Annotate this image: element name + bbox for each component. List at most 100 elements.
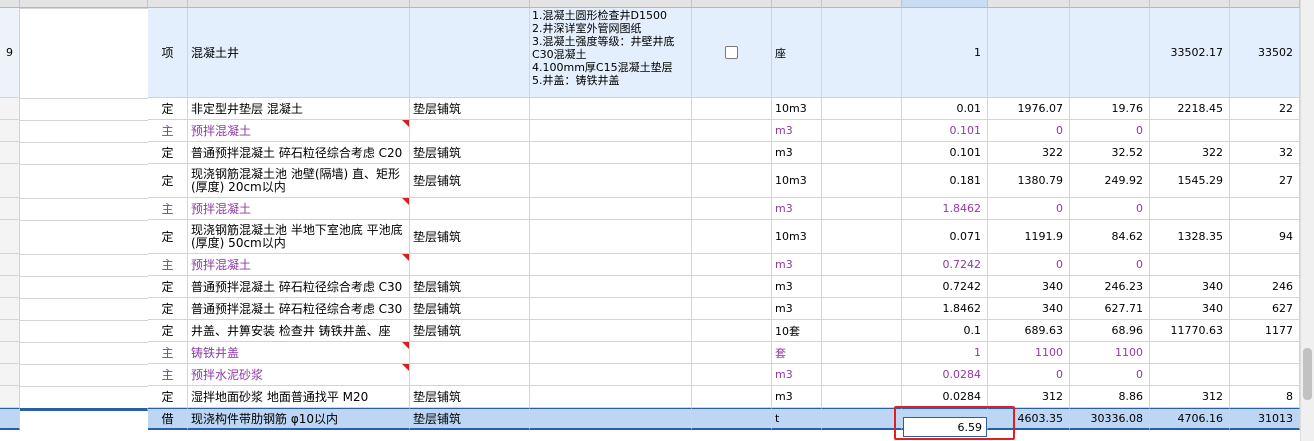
cell-feature[interactable] — [530, 120, 692, 142]
cell-unit[interactable]: 套 — [772, 342, 822, 364]
cell-total-price[interactable]: 8.86 — [1070, 386, 1150, 408]
column-header-quantity[interactable] — [902, 0, 988, 8]
cell-unit[interactable]: m3 — [772, 276, 822, 298]
cell-unit-price[interactable]: 0 — [988, 364, 1070, 386]
cell-work-content[interactable] — [410, 120, 530, 142]
table-row[interactable]: 8021903 定 普通预拌混凝土 碎石粒径综合考虑 C20 垫层铺筑 m3 0.101 3… — [0, 142, 1300, 164]
cell-type[interactable]: 主 — [148, 364, 188, 386]
cell-quantity[interactable]: 0.181 — [902, 164, 988, 198]
cell-code[interactable]: 80210180 — [20, 198, 148, 199]
cell-feature[interactable] — [530, 364, 692, 386]
cell-composite-price[interactable]: 33502.17 — [1150, 8, 1230, 98]
cell-unit[interactable]: t — [772, 408, 822, 430]
cell-extra[interactable] — [822, 408, 902, 430]
cell-feature[interactable] — [530, 408, 692, 430]
cell-type[interactable]: 主 — [148, 198, 188, 220]
cell-extra[interactable] — [822, 142, 902, 164]
cell-row-number[interactable] — [0, 220, 20, 254]
cell-unit[interactable]: m3 — [772, 386, 822, 408]
cell-total-price[interactable]: 0 — [1070, 120, 1150, 142]
cell-quantity[interactable]: 1 — [902, 342, 988, 364]
cell-checkbox-col[interactable] — [692, 254, 772, 276]
cell-work-content[interactable]: 垫层铺筑 — [410, 98, 530, 120]
cell-composite-price[interactable]: 2218.45 — [1150, 98, 1230, 120]
cell-code[interactable]: 8021905 — [20, 298, 148, 299]
cell-name[interactable]: 湿拌地面砂浆 地面普通找平 M20 — [188, 386, 410, 408]
cell-unit-price[interactable]: 1100 — [988, 342, 1070, 364]
cell-total-price[interactable]: 32.52 — [1070, 142, 1150, 164]
cell-quantity[interactable]: 1.8462 — [902, 298, 988, 320]
cell-quantity[interactable]: 0.0284 — [902, 364, 988, 386]
cell-unit[interactable]: 座 — [772, 8, 822, 98]
cell-feature[interactable] — [530, 298, 692, 320]
column-header-unit-price[interactable] — [988, 0, 1070, 8]
cell-quantity[interactable]: 0.071 — [902, 220, 988, 254]
cell-extra[interactable] — [822, 254, 902, 276]
cell-composite-total[interactable]: 33502 — [1230, 8, 1300, 98]
cell-total-price[interactable]: 1100 — [1070, 342, 1150, 364]
table-row[interactable]: 80210180 主 预拌混凝土 m3 0.7242 0 0 — [0, 254, 1300, 276]
cell-unit[interactable]: 10m3 — [772, 220, 822, 254]
cell-code[interactable]: 80210180 — [20, 254, 148, 255]
quantity-edit-input[interactable]: 6.59 — [903, 417, 987, 437]
cell-unit[interactable]: m3 — [772, 198, 822, 220]
cell-feature[interactable] — [530, 198, 692, 220]
table-row[interactable]: −D5-3-281 定 非定型井垫层 混凝土 垫层铺筑 10m3 0.01 1976.07 1… — [0, 98, 1300, 120]
cell-extra[interactable] — [822, 276, 902, 298]
cell-composite-total[interactable] — [1230, 120, 1300, 142]
cell-unit-price[interactable]: 0 — [988, 198, 1070, 220]
cell-unit[interactable]: m3 — [772, 298, 822, 320]
cell-quantity[interactable]: 0.7242 — [902, 276, 988, 298]
cell-feature[interactable] — [530, 386, 692, 408]
cell-checkbox-col[interactable] — [692, 98, 772, 120]
cell-composite-total[interactable]: 22 — [1230, 98, 1300, 120]
cell-type[interactable]: 主 — [148, 254, 188, 276]
cell-work-content[interactable] — [410, 254, 530, 276]
cell-unit-price[interactable]: 1380.79 — [988, 164, 1070, 198]
cell-type[interactable]: 定 — [148, 320, 188, 342]
cell-total-price[interactable]: 246.23 — [1070, 276, 1150, 298]
cell-checkbox-col[interactable] — [692, 142, 772, 164]
cell-row-number[interactable] — [0, 98, 20, 120]
cell-extra[interactable] — [822, 298, 902, 320]
cell-total-price[interactable]: 0 — [1070, 198, 1150, 220]
cell-checkbox-col[interactable] — [692, 364, 772, 386]
cell-composite-total[interactable]: 31013 — [1230, 408, 1300, 430]
cell-composite-total[interactable] — [1230, 254, 1300, 276]
cell-composite-price[interactable]: 322 — [1150, 142, 1230, 164]
cell-unit-price[interactable]: 340 — [988, 276, 1070, 298]
cell-checkbox-col[interactable] — [692, 276, 772, 298]
cell-code[interactable]: 8021903 — [20, 142, 148, 143]
cell-row-number[interactable] — [0, 408, 20, 430]
cell-work-content[interactable] — [410, 364, 530, 386]
cell-checkbox-col[interactable] — [692, 342, 772, 364]
column-header-work-content[interactable] — [410, 0, 530, 8]
cell-name[interactable]: 井盖、井箅安装 检查井 铸铁井盖、座 — [188, 320, 410, 342]
table-row[interactable]: 80210180 主 预拌混凝土 m3 1.8462 0 0 — [0, 198, 1300, 220]
cell-unit[interactable]: m3 — [772, 364, 822, 386]
cell-code[interactable]: 80010630 — [20, 364, 148, 365]
cell-work-content[interactable]: 垫层铺筑 — [410, 320, 530, 342]
cell-total-price[interactable]: 0 — [1070, 254, 1150, 276]
cell-composite-price[interactable]: 1545.29 — [1150, 164, 1230, 198]
cell-type[interactable]: 借 — [148, 408, 188, 430]
cell-row-number[interactable] — [0, 276, 20, 298]
cell-total-price[interactable]: 627.71 — [1070, 298, 1150, 320]
cell-type[interactable]: 定 — [148, 98, 188, 120]
cell-row-number[interactable] — [0, 198, 20, 220]
cell-name[interactable]: 非定型井垫层 混凝土 — [188, 98, 410, 120]
cell-composite-total[interactable]: 1177 — [1230, 320, 1300, 342]
column-header-composite-total[interactable] — [1230, 0, 1300, 8]
cell-type[interactable]: 定 — [148, 276, 188, 298]
cell-extra[interactable] — [822, 164, 902, 198]
column-header-code[interactable] — [20, 0, 148, 8]
cell-type[interactable]: 定 — [148, 142, 188, 164]
column-header-type[interactable] — [148, 0, 188, 8]
column-header-row-number[interactable] — [0, 0, 20, 8]
cell-checkbox-col[interactable] — [692, 8, 772, 98]
cell-quantity[interactable]: 1.8462 — [902, 198, 988, 220]
cell-work-content[interactable]: 垫层铺筑 — [410, 386, 530, 408]
cell-row-number[interactable] — [0, 320, 20, 342]
table-row[interactable]: 8021905 定 普通预拌混凝土 碎石粒径综合考虑 C30 垫层铺筑 m3 0.7242… — [0, 276, 1300, 298]
cell-composite-price[interactable]: 1328.35 — [1150, 220, 1230, 254]
